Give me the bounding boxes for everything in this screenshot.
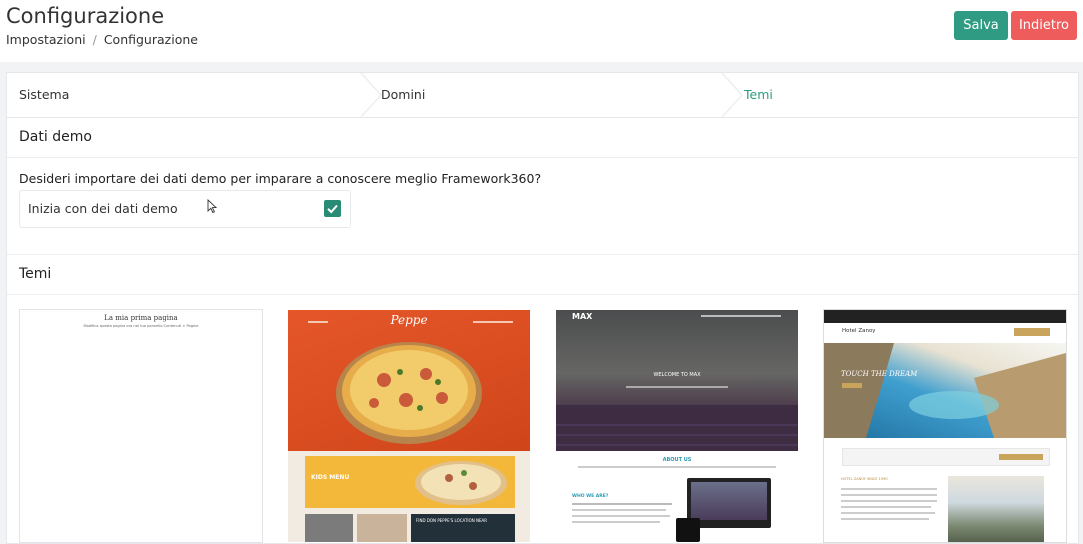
theme-preview-button bbox=[999, 454, 1043, 460]
demo-data-label: Inizia con dei dati demo bbox=[28, 201, 178, 216]
theme-preview-text-line bbox=[572, 509, 666, 511]
location-text: FIND DON PEPPE'S LOCATION NEAR bbox=[416, 518, 488, 523]
pizza-image bbox=[415, 461, 507, 505]
theme-preview-brand: Hotel Zanoy bbox=[842, 328, 876, 334]
theme-preview-topbar bbox=[824, 310, 1066, 323]
theme-preview-subtext bbox=[626, 386, 728, 388]
page-title: Configurazione bbox=[6, 4, 165, 28]
theme-preview-booking-bar bbox=[842, 448, 1050, 466]
theme-preview-button bbox=[842, 383, 862, 388]
divider bbox=[7, 157, 1078, 158]
theme-preview-logo: Peppe bbox=[390, 313, 428, 327]
wizard-steps: Sistema Domini Temi bbox=[7, 73, 1078, 118]
breadcrumb-item-impostazioni[interactable]: Impostazioni bbox=[6, 32, 86, 47]
top-bar: Configurazione Impostazioni / Configurazio… bbox=[0, 0, 1083, 62]
step-sistema[interactable]: Sistema bbox=[19, 73, 69, 117]
theme-preview-subtext: Modifica questa pagina ora nel tuo panne… bbox=[83, 324, 199, 328]
theme-preview-text-line bbox=[841, 494, 937, 496]
step-separator-icon bbox=[360, 73, 383, 117]
tablet-image bbox=[676, 518, 700, 542]
breadcrumb: Impostazioni / Configurazione bbox=[6, 32, 198, 47]
who-title: WHO WE ARE? bbox=[572, 494, 609, 499]
theme-preview-text-line bbox=[841, 506, 931, 508]
divider bbox=[7, 254, 1078, 255]
demo-question: Desideri importare dei dati demo per imp… bbox=[19, 171, 542, 186]
theme-preview-text-line bbox=[841, 512, 935, 514]
theme-preview-text-line bbox=[572, 503, 672, 505]
beach-cliff-image bbox=[824, 343, 1066, 438]
breadcrumb-item-configurazione: Configurazione bbox=[103, 32, 198, 47]
theme-preview-hero-text: TOUCH THE DREAM bbox=[841, 370, 918, 378]
theme-preview-header: Hotel Zanoy bbox=[824, 323, 1066, 343]
theme-preview-text-line bbox=[841, 488, 937, 490]
theme-preview-text-line bbox=[578, 466, 776, 468]
theme-preview-logo: MAX bbox=[572, 312, 593, 321]
laptop-screen bbox=[691, 482, 767, 520]
theme-preview-button bbox=[1014, 328, 1050, 336]
demo-data-option[interactable]: Inizia con dei dati demo bbox=[19, 190, 351, 228]
save-button[interactable]: Salva bbox=[954, 11, 1008, 40]
theme-preview-text-line bbox=[572, 521, 660, 523]
demo-data-checkbox[interactable] bbox=[324, 200, 341, 217]
theme-preview-nav bbox=[701, 315, 781, 317]
theme-preview-photo bbox=[305, 514, 353, 542]
theme-preview-photo bbox=[948, 476, 1044, 542]
location-banner: FIND DON PEPPE'S LOCATION NEAR bbox=[411, 514, 515, 542]
theme-preview-text-line bbox=[841, 500, 937, 502]
theme-preview-text-line bbox=[841, 518, 929, 520]
pizza-image bbox=[336, 342, 482, 444]
theme-preview-photo bbox=[357, 514, 407, 542]
theme-preview-section-title: HOTEL ZANOY SINCE 1990 bbox=[841, 477, 888, 481]
back-button[interactable]: Indietro bbox=[1011, 11, 1077, 40]
step-separator-icon bbox=[721, 73, 744, 117]
step-temi[interactable]: Temi bbox=[744, 73, 773, 117]
theme-card-hotel[interactable]: Hotel Zanoy TOUCH THE DREAM HOTEL ZANOY … bbox=[823, 309, 1067, 543]
demo-section-title: Dati demo bbox=[19, 129, 92, 145]
mouse-cursor-icon bbox=[207, 199, 217, 213]
theme-card-max[interactable]: MAX WELCOME TO MAX ABOUT US WHO WE ARE? bbox=[555, 309, 799, 543]
theme-card-pizzeria[interactable]: Peppe KIDS MENU FIND DON PEPPE'S LOCATIO… bbox=[287, 309, 531, 543]
kids-menu-title: KIDS MENU bbox=[311, 474, 350, 481]
theme-preview-text-line bbox=[572, 515, 670, 517]
about-title: ABOUT US bbox=[662, 457, 692, 463]
themes-section-title: Temi bbox=[19, 266, 52, 282]
kids-menu-banner: KIDS MENU bbox=[305, 456, 515, 508]
breadcrumb-separator: / bbox=[92, 32, 97, 47]
theme-preview-hero-text: WELCOME TO MAX bbox=[653, 372, 701, 378]
theme-card-blank[interactable]: La mia prima pagina Modifica questa pagi… bbox=[19, 309, 263, 543]
lavender-field-image bbox=[556, 405, 798, 451]
configuration-card: Sistema Domini Temi Dati demo Desideri i… bbox=[6, 72, 1079, 544]
check-icon bbox=[327, 204, 338, 214]
step-domini[interactable]: Domini bbox=[381, 73, 425, 117]
theme-preview-heading: La mia prima pagina bbox=[104, 314, 178, 322]
divider bbox=[7, 294, 1078, 295]
